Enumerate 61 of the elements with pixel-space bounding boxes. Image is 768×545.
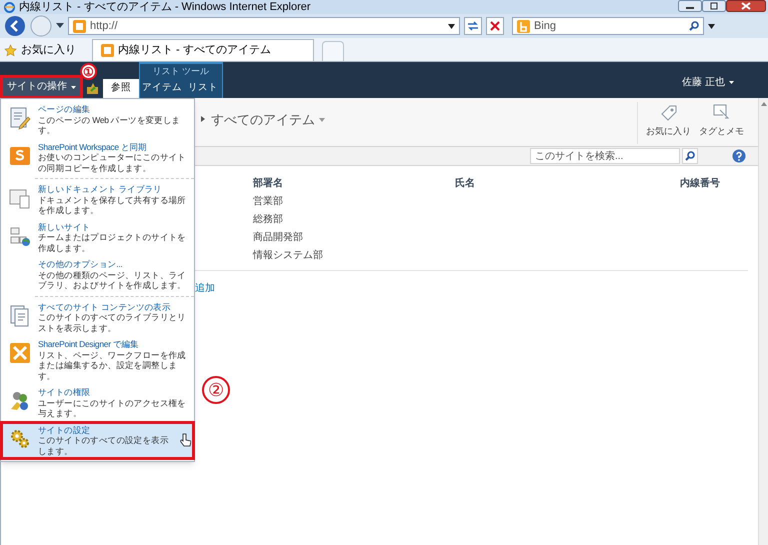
triangle-icon — [201, 116, 205, 122]
menu-item[interactable]: SharePoint Designer で編集 リスト、ページ、ワークフローを作成または編集するか、設定を調整します。 — [1, 336, 194, 384]
menu-item[interactable]: SharePoint Workspace と同期 お使いのコンピューターにこのサイトの同期コピーを作成します。 — [1, 138, 194, 176]
window-title: 内線リスト - すべてのアイテム - Windows Internet Explorer — [19, 2, 311, 12]
tools-icon — [8, 341, 32, 365]
browser-logo-icon — [4, 2, 15, 12]
page-icon — [73, 20, 86, 32]
stop-icon[interactable] — [486, 17, 504, 35]
refresh-icon[interactable] — [464, 17, 482, 35]
close-icon[interactable] — [726, 0, 766, 12]
search-button[interactable] — [682, 148, 698, 164]
menu-item[interactable]: サイトの設定 このサイトのすべての設定を表示します。 — [1, 422, 194, 459]
hand-cursor-icon — [179, 432, 191, 446]
edit-page-icon — [8, 106, 32, 130]
search-provider-icon — [517, 20, 530, 32]
back-icon[interactable] — [4, 15, 26, 37]
caret-icon[interactable] — [708, 24, 715, 28]
table-cell-text: 商品開発部 — [253, 230, 304, 244]
caret-icon — [729, 81, 734, 84]
ribbon-tab[interactable]: リスト — [184, 79, 222, 98]
address-field[interactable]: http:// — [68, 17, 460, 35]
menu-item[interactable]: すべてのサイト コンテンツの表示 このサイトのすべてのライブラリとリストを表示します。 — [1, 298, 194, 336]
ribbon-tab[interactable]: アイテム — [140, 79, 184, 98]
browser-tab[interactable]: 内線リスト - すべてのアイテム — [92, 39, 314, 61]
search-icon — [685, 151, 695, 161]
navigate-up-icon[interactable] — [86, 82, 99, 95]
user-menu[interactable]: 佐藤 正也 — [682, 75, 734, 90]
star-icon — [4, 44, 17, 56]
scroll-up-icon[interactable] — [760, 102, 766, 106]
minimize-icon[interactable] — [678, 0, 702, 12]
menu-item[interactable]: サイトの権限 ユーザーにこのサイトのアクセス権を与えます。 — [1, 384, 194, 422]
scrollbar[interactable] — [758, 98, 768, 545]
search-icon[interactable] — [689, 21, 699, 31]
table-cell-text: 総務部 — [253, 212, 284, 226]
menu-item[interactable]: その他のオプション... その他の種類のページ、リスト、ライブラリ、およびサイトを作成します。 — [1, 256, 194, 294]
table-cell-text: 情報システム部 — [253, 248, 324, 262]
caret-icon — [319, 118, 325, 122]
social-button[interactable]: タグとメモ — [699, 102, 744, 144]
page-icon — [101, 44, 114, 57]
table-cell-text: 営業部 — [253, 194, 284, 208]
search-field[interactable]: Bing — [512, 17, 704, 35]
social-button[interactable]: お気に入り — [646, 102, 691, 144]
view-selector[interactable]: すべてのアイテム — [211, 110, 325, 130]
site-search-field[interactable]: このサイトを検索... — [530, 148, 680, 164]
site-actions-button[interactable]: サイトの操作 — [3, 78, 80, 96]
caret-icon — [71, 86, 76, 88]
menu-item[interactable]: 新しいサイト チームまたはプロジェクトのサイトを作成します。 — [1, 218, 194, 256]
caret-icon[interactable] — [448, 24, 455, 28]
step-marker: ② — [202, 376, 230, 404]
maximize-icon[interactable] — [702, 0, 726, 12]
ribbon-tab[interactable]: 参照 — [103, 79, 139, 98]
menu-item[interactable]: ページの編集 このページの Web パーツを変更します。 — [1, 101, 194, 138]
column-header[interactable]: 部署名 — [253, 176, 455, 190]
menu-item[interactable]: 新しいドキュメント ライブラリ ドキュメントを保存して共有する場所を作成します。 — [1, 181, 194, 218]
column-header[interactable]: 氏名 — [455, 176, 680, 190]
favorites-button[interactable]: お気に入り — [4, 39, 84, 61]
caret-icon[interactable] — [56, 23, 64, 29]
tool-group-label: リスト ツール — [152, 64, 210, 78]
help-icon[interactable] — [732, 149, 746, 163]
add-item-link[interactable]: 追加 — [195, 283, 215, 294]
column-header[interactable]: 内線番号 — [680, 176, 720, 190]
